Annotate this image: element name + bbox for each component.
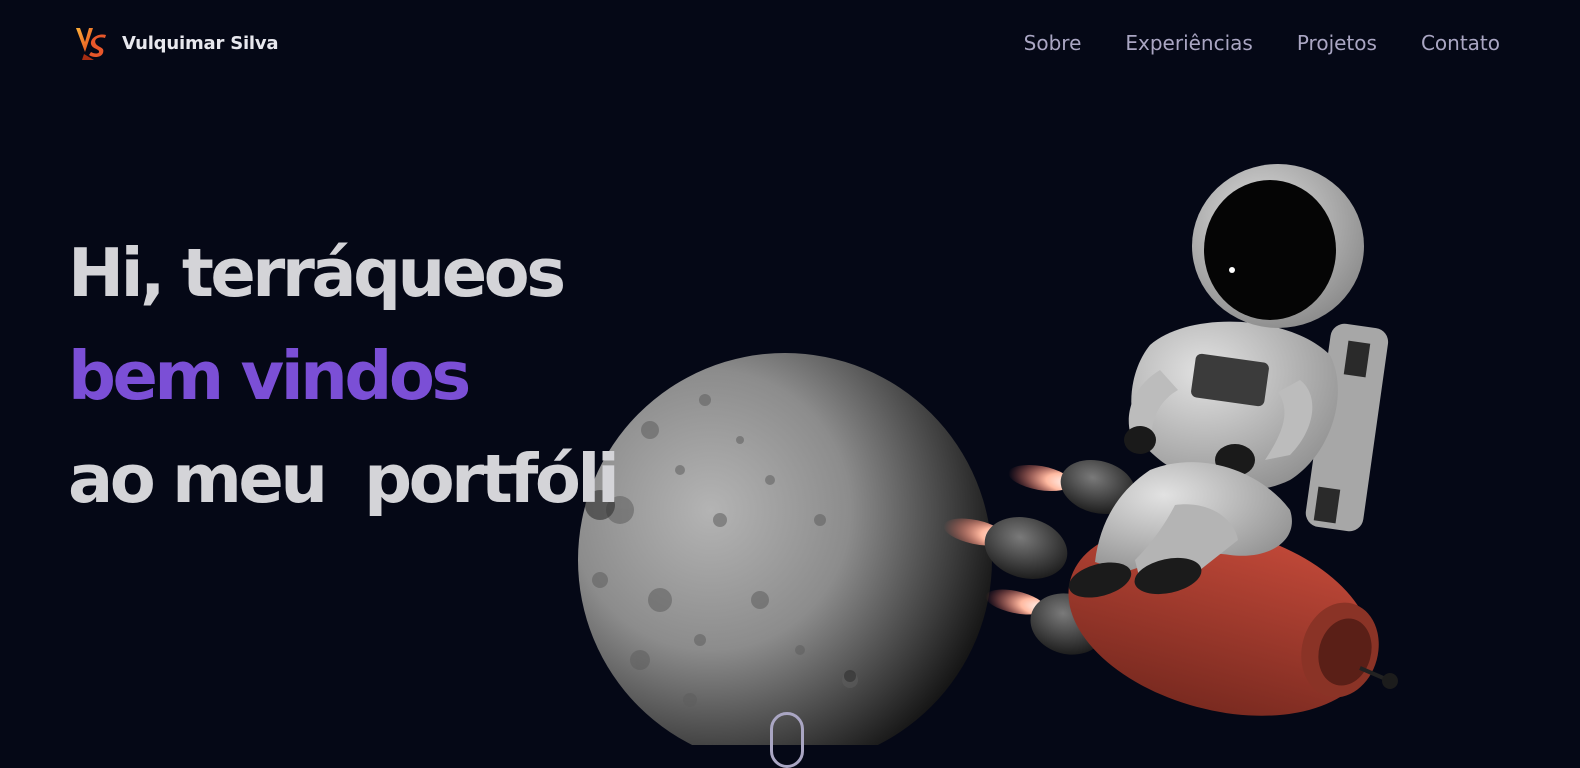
brand-name: Vulquimar Silva — [122, 32, 279, 54]
vs-logo-icon — [74, 24, 110, 62]
brand-link[interactable]: Vulquimar Silva — [74, 24, 279, 62]
scroll-down-icon[interactable] — [770, 712, 804, 768]
nav-link-contato[interactable]: Contato — [1421, 31, 1500, 55]
nav-link-projetos[interactable]: Projetos — [1297, 31, 1377, 55]
navbar: Vulquimar Silva Sobre Experiências Proje… — [0, 0, 1580, 86]
nav-link-sobre[interactable]: Sobre — [1024, 31, 1082, 55]
hero-line-greeting: Hi, terráqueos — [68, 234, 566, 312]
nav-link-experiencias[interactable]: Experiências — [1125, 31, 1252, 55]
hero-line-welcome: bem vindos — [68, 337, 471, 415]
astronaut-on-rocket-image — [943, 164, 1398, 716]
nav-links: Sobre Experiências Projetos Contato — [1024, 31, 1500, 55]
hero-heading: Hi, terráqueos bem vindos ao meu portfól… — [68, 222, 620, 531]
moon-image — [578, 353, 992, 745]
hero-line-portfolio: ao meu portfóli — [68, 440, 620, 518]
